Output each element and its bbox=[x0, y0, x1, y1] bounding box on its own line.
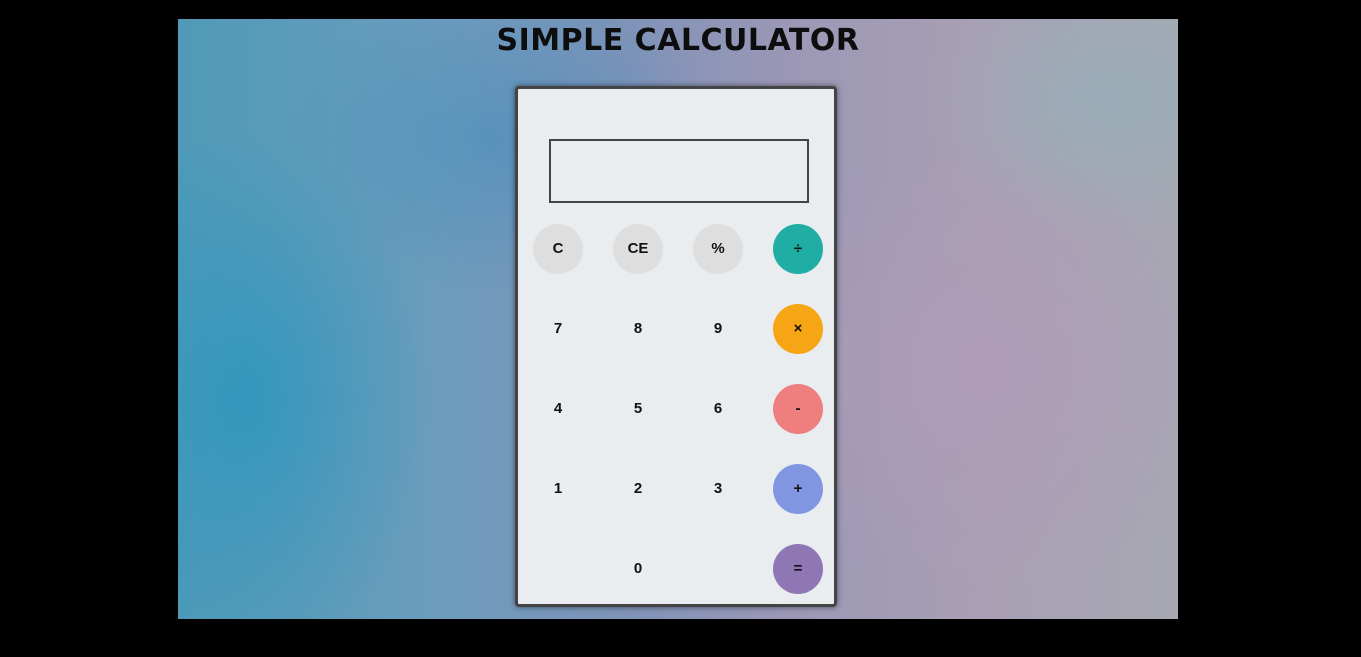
calculator-display bbox=[549, 139, 809, 203]
digit-7-button[interactable]: 7 bbox=[533, 304, 583, 354]
digit-2-button[interactable]: 2 bbox=[613, 464, 663, 514]
clear-button[interactable]: C bbox=[533, 224, 583, 274]
digit-9-button[interactable]: 9 bbox=[693, 304, 743, 354]
digit-5-button[interactable]: 5 bbox=[613, 384, 663, 434]
calculator-panel: C CE % ÷ 7 8 9 × 4 5 6 - 1 2 3 + 0 = bbox=[515, 86, 837, 607]
digit-4-button[interactable]: 4 bbox=[533, 384, 583, 434]
clear-entry-button[interactable]: CE bbox=[613, 224, 663, 274]
percent-button[interactable]: % bbox=[693, 224, 743, 274]
subtract-button[interactable]: - bbox=[773, 384, 823, 434]
digit-1-button[interactable]: 1 bbox=[533, 464, 583, 514]
digit-3-button[interactable]: 3 bbox=[693, 464, 743, 514]
add-button[interactable]: + bbox=[773, 464, 823, 514]
digit-6-button[interactable]: 6 bbox=[693, 384, 743, 434]
page-title: SIMPLE CALCULATOR bbox=[496, 23, 860, 58]
digit-0-button[interactable]: 0 bbox=[613, 544, 663, 594]
digit-8-button[interactable]: 8 bbox=[613, 304, 663, 354]
divide-button[interactable]: ÷ bbox=[773, 224, 823, 274]
multiply-button[interactable]: × bbox=[773, 304, 823, 354]
equals-button[interactable]: = bbox=[773, 544, 823, 594]
page-background: SIMPLE CALCULATOR C CE % ÷ 7 8 9 × 4 5 6… bbox=[178, 19, 1178, 619]
